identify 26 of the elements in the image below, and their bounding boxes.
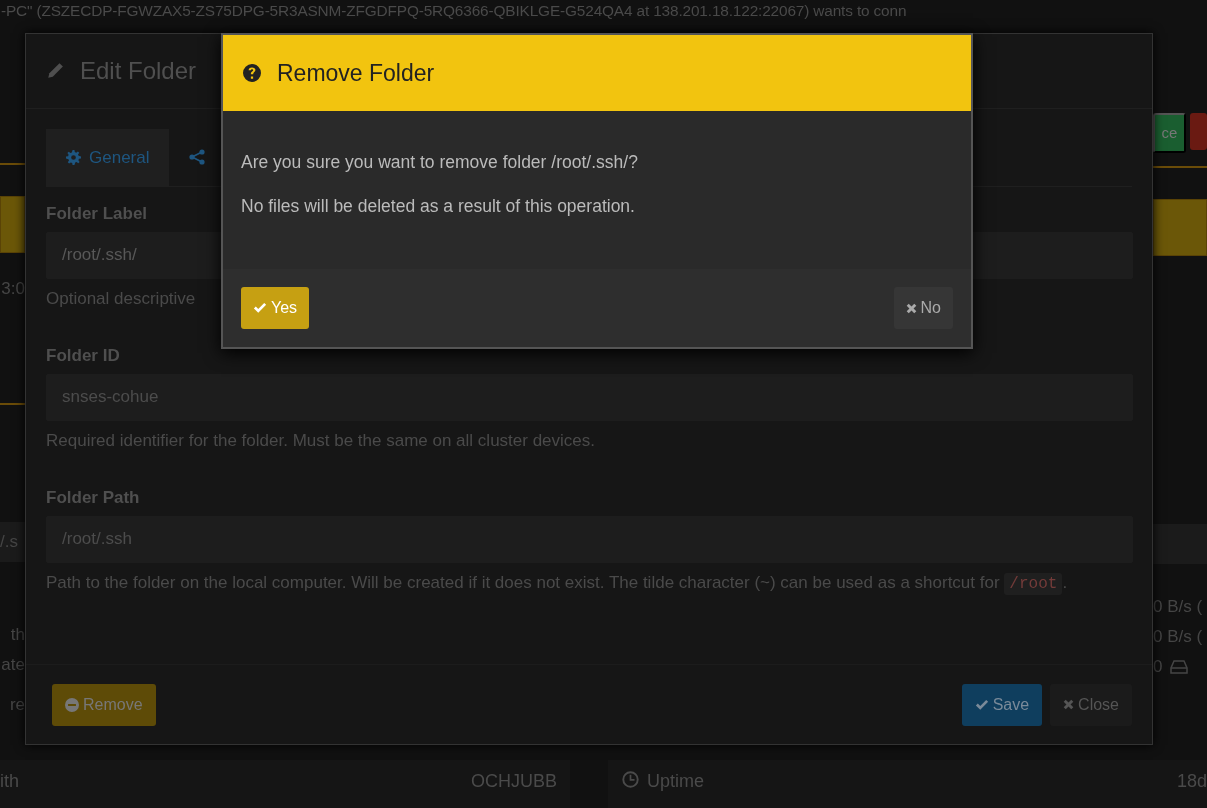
check-icon — [974, 697, 989, 712]
close-icon — [1063, 699, 1075, 711]
remove-button[interactable]: Remove — [52, 683, 156, 726]
gear-icon — [66, 149, 81, 165]
tab[interactable]: General — [46, 128, 170, 186]
close-icon — [905, 302, 917, 314]
yes-button[interactable]: Yes — [241, 287, 310, 329]
field-label: Folder Path — [46, 487, 140, 508]
no-button[interactable]: No — [893, 287, 953, 329]
save-button[interactable]: Save — [961, 683, 1043, 726]
dialog-title: Remove Folder — [277, 58, 435, 88]
dialog-message: No files will be deleted as a result of this operation. — [241, 195, 636, 217]
check-icon — [253, 301, 267, 315]
dialog-message: Are you sure you want to remove folder /root/.ssh/? — [241, 151, 639, 173]
modal-title: Edit Folder — [80, 55, 197, 86]
clock-icon — [622, 771, 639, 788]
close-button[interactable]: Close — [1050, 683, 1132, 726]
notification-text: -PC" (ZSZECDP-FGWZAX5-ZS75DPG-5R3ASNM-ZFGDFPQ-5RQ6366-QBIKLGE-G524QA4 at 138.201.18.122:22067) wants to conn — [0, 1, 908, 21]
hard-drive-icon — [1170, 660, 1189, 674]
field-label: Folder ID — [46, 345, 120, 366]
alert-bar — [0, 196, 25, 253]
share-icon — [189, 149, 206, 166]
pencil-icon — [46, 61, 64, 80]
device-button[interactable]: ce — [1153, 113, 1186, 153]
alert-bar — [1153, 199, 1207, 256]
field-label: Folder Label — [46, 203, 148, 224]
